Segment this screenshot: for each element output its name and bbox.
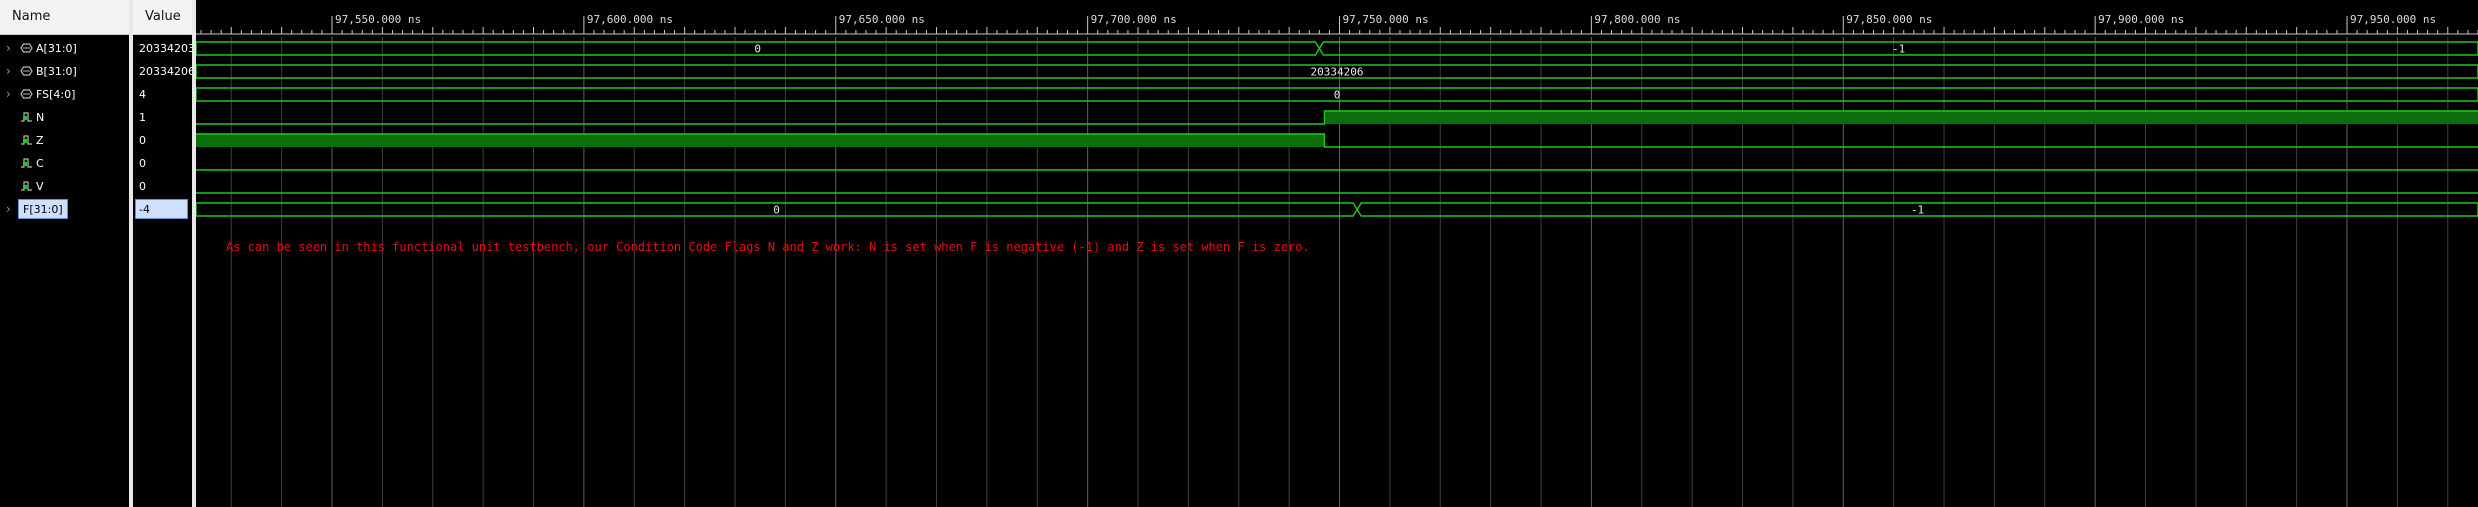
signal-name: C xyxy=(36,157,44,170)
signal-row-b-31-0[interactable]: › B[31:0] xyxy=(0,60,129,83)
time-tick-label: 97,650.000 ns xyxy=(839,13,925,26)
signal-value: 4 xyxy=(139,88,146,101)
time-tick-label: 97,800.000 ns xyxy=(1594,13,1680,26)
time-tick-label: 97,950.000 ns xyxy=(2350,13,2436,26)
signal-row-c[interactable]: C xyxy=(0,152,129,175)
bus-value-label: 0 xyxy=(754,43,761,56)
bit-signal-icon xyxy=(21,112,32,122)
value-row-f-31-0[interactable]: -4 xyxy=(133,198,192,221)
annotation-text: As can be seen in this functional unit t… xyxy=(226,240,1310,254)
bus-value-label: 20334206 xyxy=(1311,66,1364,79)
bus-signal-icon xyxy=(20,89,33,99)
time-tick-label: 97,750.000 ns xyxy=(1343,13,1429,26)
expand-chevron-icon[interactable]: › xyxy=(6,60,11,83)
signal-name: N xyxy=(36,111,45,124)
signal-name: V xyxy=(36,180,44,193)
signal-value: 0 xyxy=(139,180,146,193)
bus-value-label: 0 xyxy=(773,204,780,217)
signal-row-fs-4-0[interactable]: › FS[4:0] xyxy=(0,83,129,106)
signal-value: 0 xyxy=(139,134,146,147)
bus-signal-icon xyxy=(20,43,33,53)
expand-chevron-icon[interactable]: › xyxy=(6,198,11,221)
time-tick-label: 97,550.000 ns xyxy=(335,13,421,26)
signal-value: 0 xyxy=(139,157,146,170)
name-column-header[interactable]: Name xyxy=(0,0,129,35)
signal-value: -4 xyxy=(135,199,188,219)
signal-row-n[interactable]: N xyxy=(0,106,129,129)
signal-value: 1 xyxy=(139,111,146,124)
value-column: Value 20334203 20334206 4 1 0 0 0 -4 xyxy=(133,0,195,507)
bit-high-fill xyxy=(196,134,1325,147)
time-tick-label: 97,600.000 ns xyxy=(587,13,673,26)
bit-signal-icon xyxy=(21,135,32,145)
bus-value-label: -1 xyxy=(1892,43,1905,56)
bus-value-label: 0 xyxy=(1334,89,1341,102)
bus-signal-icon xyxy=(20,66,33,76)
time-tick-label: 97,900.000 ns xyxy=(2098,13,2184,26)
signal-name: F[31:0] xyxy=(18,199,68,219)
signal-row-v[interactable]: V xyxy=(0,175,129,198)
value-row-v[interactable]: 0 xyxy=(133,175,192,198)
signal-name: B[31:0] xyxy=(36,65,77,78)
value-row-b-31-0[interactable]: 20334206 xyxy=(133,60,195,83)
expand-chevron-icon[interactable]: › xyxy=(6,37,11,60)
signal-value: 20334203 xyxy=(139,42,195,55)
bit-signal-icon xyxy=(21,181,32,191)
signal-row-z[interactable]: Z xyxy=(0,129,129,152)
waveform-canvas[interactable]: 97,550.000 ns 97,600.000 ns 97,650.000 ns 9… xyxy=(196,0,2478,507)
value-row-z[interactable]: 0 xyxy=(133,129,192,152)
bus-value-label: -1 xyxy=(1911,204,1924,217)
bit-signal-icon xyxy=(21,158,32,168)
name-column: Name › A[31:0] › B[31:0] › FS[4:0] N Z C V › F[31:0… xyxy=(0,0,129,507)
signal-row-a-31-0[interactable]: › A[31:0] xyxy=(0,37,129,60)
signal-row-f-31-0[interactable]: › F[31:0] xyxy=(0,198,129,221)
time-tick-label: 97,700.000 ns xyxy=(1091,13,1177,26)
time-tick-label: 97,850.000 ns xyxy=(1846,13,1932,26)
signal-name: A[31:0] xyxy=(36,42,77,55)
value-row-c[interactable]: 0 xyxy=(133,152,192,175)
expand-chevron-icon[interactable]: › xyxy=(6,83,11,106)
signal-name: Z xyxy=(36,134,44,147)
value-row-a-31-0[interactable]: 20334203 xyxy=(133,37,195,60)
value-column-header[interactable]: Value xyxy=(133,0,192,35)
value-row-fs-4-0[interactable]: 4 xyxy=(133,83,192,106)
value-row-n[interactable]: 1 xyxy=(133,106,192,129)
bit-high-fill xyxy=(1324,111,2478,124)
signal-name: FS[4:0] xyxy=(36,88,76,101)
signal-value: 20334206 xyxy=(139,65,195,78)
